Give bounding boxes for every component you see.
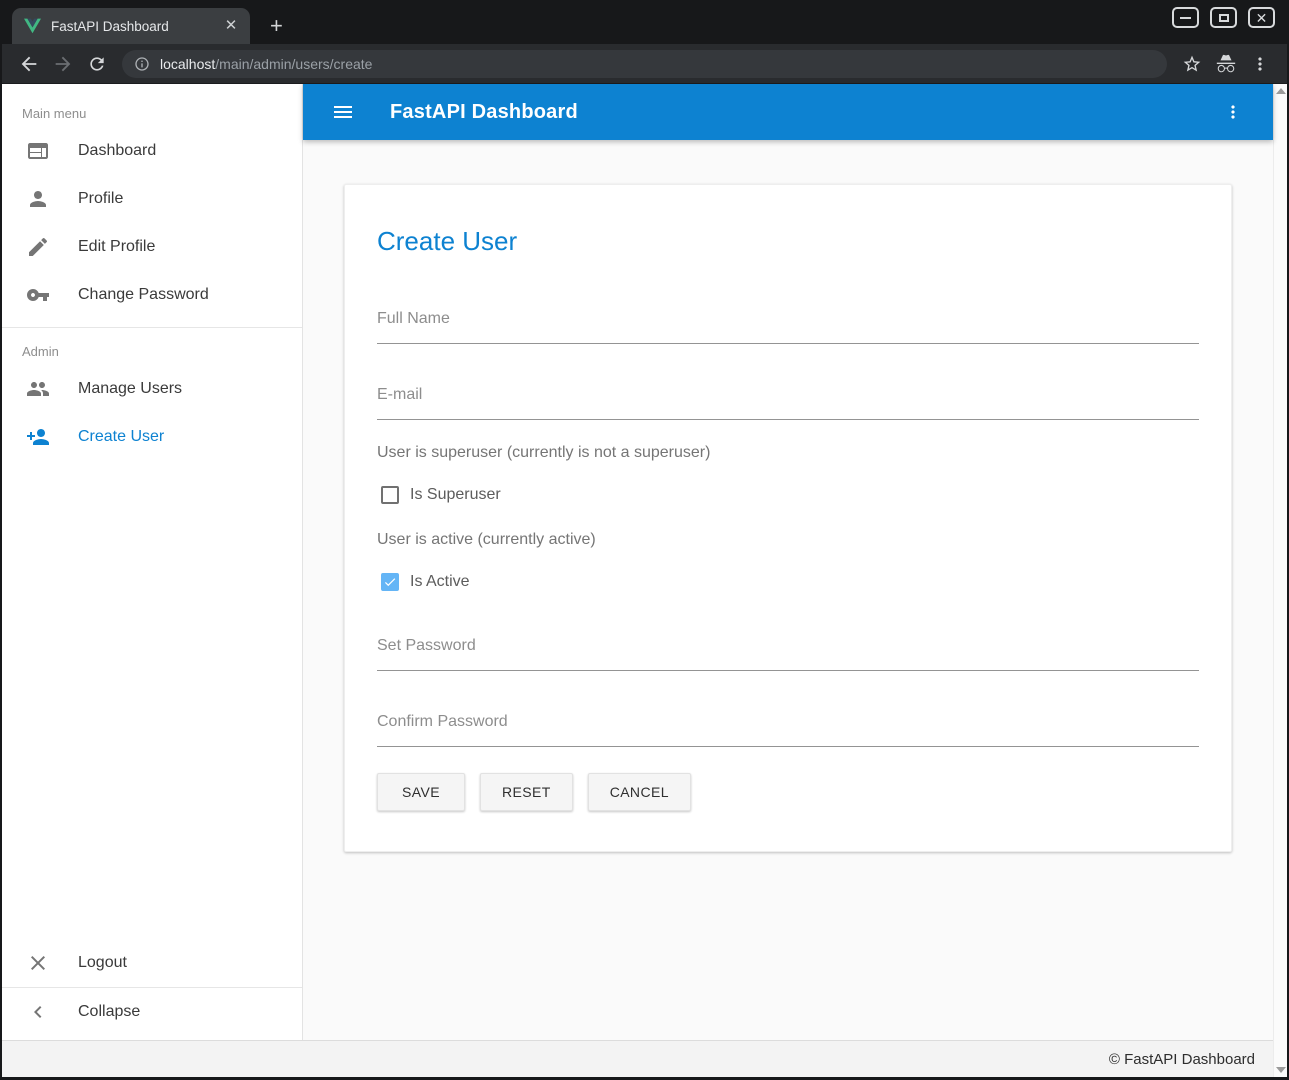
sidebar-section-admin: Admin xyxy=(22,344,302,359)
save-button[interactable]: SAVE xyxy=(377,773,465,811)
hamburger-menu-icon[interactable] xyxy=(331,100,355,124)
browser-menu-button[interactable] xyxy=(1243,47,1277,81)
appbar-title: FastAPI Dashboard xyxy=(390,101,578,124)
sidebar-item-label: Profile xyxy=(78,190,123,208)
chevron-left-icon xyxy=(26,1000,50,1024)
vertical-scrollbar[interactable] xyxy=(1273,84,1287,1077)
sidebar-section-main-menu: Main menu xyxy=(22,106,302,121)
new-tab-button[interactable]: + xyxy=(270,16,283,36)
full-name-input[interactable] xyxy=(377,310,1199,344)
tab-title: FastAPI Dashboard xyxy=(51,19,222,34)
is-superuser-checkbox-row[interactable]: Is Superuser xyxy=(377,486,1199,504)
reload-icon xyxy=(87,54,107,74)
appbar-kebab-menu-icon[interactable] xyxy=(1223,102,1243,122)
create-user-card: Create User User is superuser (currently… xyxy=(344,184,1232,852)
sidebar-item-label: Logout xyxy=(78,954,127,972)
browser-tab[interactable]: FastAPI Dashboard ✕ xyxy=(12,8,250,44)
browser-window: FastAPI Dashboard ✕ + ✕ localhost/main/a… xyxy=(0,0,1289,1080)
is-active-label: Is Active xyxy=(410,573,470,591)
sidebar-item-label: Create User xyxy=(78,428,164,446)
reset-button[interactable]: RESET xyxy=(480,773,573,811)
sidebar-item-profile[interactable]: Profile xyxy=(2,175,302,223)
sidebar-item-logout[interactable]: Logout xyxy=(2,939,302,987)
window-controls: ✕ xyxy=(1172,7,1275,28)
dashboard-icon xyxy=(26,139,50,163)
key-icon xyxy=(26,283,50,307)
sidebar: Main menu Dashboard Profile Edit Profile xyxy=(2,84,303,1040)
sidebar-spacer xyxy=(2,461,302,939)
maximize-button[interactable] xyxy=(1210,7,1237,28)
site-info-icon[interactable] xyxy=(134,56,150,72)
back-arrow-icon xyxy=(18,53,40,75)
browser-tab-strip: FastAPI Dashboard ✕ + ✕ xyxy=(2,0,1287,44)
is-superuser-checkbox[interactable] xyxy=(381,486,399,504)
check-icon xyxy=(383,575,397,589)
url-host: localhost xyxy=(160,56,215,72)
footer-copyright: © FastAPI Dashboard xyxy=(1109,1051,1255,1068)
minimize-button[interactable] xyxy=(1172,7,1199,28)
sidebar-divider xyxy=(2,327,302,328)
sidebar-item-label: Manage Users xyxy=(78,380,182,398)
sidebar-item-edit-profile[interactable]: Edit Profile xyxy=(2,223,302,271)
close-x-icon xyxy=(26,951,50,975)
person-icon xyxy=(26,187,50,211)
sidebar-item-dashboard[interactable]: Dashboard xyxy=(2,127,302,175)
cancel-button[interactable]: CANCEL xyxy=(588,773,691,811)
page-viewport: Main menu Dashboard Profile Edit Profile xyxy=(2,84,1287,1077)
page-footer: © FastAPI Dashboard xyxy=(2,1040,1273,1077)
incognito-icon xyxy=(1215,53,1237,75)
forward-button[interactable] xyxy=(46,47,80,81)
group-icon xyxy=(26,377,50,401)
sidebar-item-manage-users[interactable]: Manage Users xyxy=(2,365,302,413)
sidebar-item-label: Change Password xyxy=(78,286,209,304)
page-title: Create User xyxy=(377,227,1199,256)
is-superuser-label: Is Superuser xyxy=(410,486,501,504)
sidebar-item-label: Edit Profile xyxy=(78,238,155,256)
sidebar-item-label: Dashboard xyxy=(78,142,156,160)
close-window-button[interactable]: ✕ xyxy=(1248,7,1275,28)
scroll-up-arrow-icon[interactable] xyxy=(1276,88,1286,94)
incognito-indicator xyxy=(1209,47,1243,81)
main-area: FastAPI Dashboard Create User User is su… xyxy=(303,84,1273,1040)
url-text: localhost/main/admin/users/create xyxy=(160,56,372,72)
back-button[interactable] xyxy=(12,47,46,81)
superuser-hint: User is superuser (currently is not a su… xyxy=(377,444,1199,462)
app-bar: FastAPI Dashboard xyxy=(303,84,1273,140)
is-active-checkbox-row[interactable]: Is Active xyxy=(377,573,1199,591)
tab-close-icon[interactable]: ✕ xyxy=(222,17,240,35)
active-hint: User is active (currently active) xyxy=(377,531,1199,549)
sidebar-item-create-user[interactable]: Create User xyxy=(2,413,302,461)
vue-logo-icon xyxy=(24,18,41,34)
url-path: /main/admin/users/create xyxy=(215,56,372,72)
sidebar-item-collapse[interactable]: Collapse xyxy=(2,988,302,1036)
sidebar-item-change-password[interactable]: Change Password xyxy=(2,271,302,319)
form-buttons: SAVE RESET CANCEL xyxy=(377,773,1199,811)
forward-arrow-icon xyxy=(52,53,74,75)
bookmark-button[interactable] xyxy=(1175,47,1209,81)
sidebar-item-label: Collapse xyxy=(78,1003,140,1021)
person-add-icon xyxy=(26,425,50,449)
email-input[interactable] xyxy=(377,386,1199,420)
browser-toolbar: localhost/main/admin/users/create xyxy=(2,44,1287,84)
confirm-password-input[interactable] xyxy=(377,713,1199,747)
pencil-icon xyxy=(26,235,50,259)
reload-button[interactable] xyxy=(80,47,114,81)
is-active-checkbox[interactable] xyxy=(381,573,399,591)
address-bar[interactable]: localhost/main/admin/users/create xyxy=(122,50,1167,78)
star-icon xyxy=(1182,54,1202,74)
kebab-menu-icon xyxy=(1250,54,1270,74)
page-content: Create User User is superuser (currently… xyxy=(303,140,1273,1040)
scroll-down-arrow-icon[interactable] xyxy=(1276,1067,1286,1073)
set-password-input[interactable] xyxy=(377,637,1199,671)
